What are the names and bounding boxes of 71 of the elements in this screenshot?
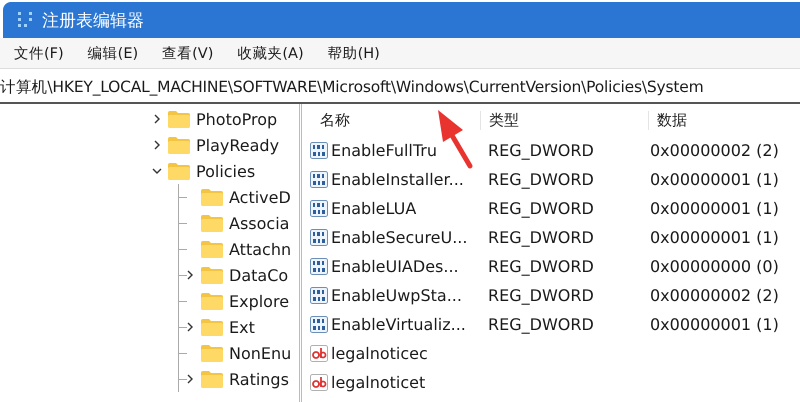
menu-item[interactable]: 查看(V) bbox=[162, 44, 214, 62]
column-header[interactable]: 类型 bbox=[480, 110, 648, 130]
value-name[interactable]: EnableLUA bbox=[331, 199, 416, 218]
chevron-right-icon[interactable] bbox=[152, 114, 162, 124]
value-name[interactable]: EnableFullTru bbox=[331, 141, 437, 160]
folder-icon bbox=[168, 162, 190, 180]
value-name[interactable]: EnableVirtualiz... bbox=[331, 315, 466, 334]
binary-value-icon bbox=[310, 200, 328, 217]
tree-item[interactable]: Policies bbox=[196, 162, 256, 180]
folder-icon bbox=[201, 266, 223, 284]
chevron-right-icon[interactable] bbox=[185, 270, 195, 280]
folder-icon bbox=[201, 292, 223, 310]
chevron-right-icon[interactable] bbox=[152, 140, 162, 150]
tree-item[interactable]: PhotoProp bbox=[196, 110, 278, 128]
binary-value-icon bbox=[310, 258, 328, 275]
value-type: REG_DWORD bbox=[487, 315, 595, 334]
value-type: REG_DWORD bbox=[487, 141, 595, 160]
string-value-icon bbox=[310, 345, 328, 362]
value-data: 0x00000001 (1) bbox=[649, 315, 779, 334]
binary-value-icon bbox=[310, 142, 328, 159]
registry-icon bbox=[18, 12, 32, 28]
binary-value-icon bbox=[310, 229, 328, 246]
folder-icon bbox=[201, 214, 223, 232]
value-type: REG_DWORD bbox=[487, 286, 595, 305]
tree-item[interactable]: Ratings bbox=[229, 370, 289, 388]
value-data: 0x00000001 (1) bbox=[649, 170, 779, 189]
folder-icon bbox=[201, 370, 223, 388]
tree-item[interactable]: DataCo bbox=[229, 266, 288, 284]
value-name[interactable]: legalnoticec bbox=[331, 344, 428, 363]
tree-item[interactable]: Explore bbox=[229, 292, 290, 310]
value-data: 0x00000000 (0) bbox=[649, 257, 779, 276]
chevron-right-icon[interactable] bbox=[185, 322, 195, 332]
folder-icon bbox=[168, 110, 190, 128]
folder-icon bbox=[201, 240, 223, 258]
folder-icon bbox=[201, 188, 223, 206]
folder-icon bbox=[168, 136, 190, 154]
menu-item[interactable]: 收藏夹(A) bbox=[237, 44, 304, 62]
column-header[interactable]: 名称 bbox=[310, 110, 480, 130]
menu-item[interactable]: 编辑(E) bbox=[88, 44, 138, 62]
column-header[interactable]: 数据 bbox=[648, 110, 687, 130]
tree-item[interactable]: ActiveD bbox=[229, 188, 291, 206]
value-type: REG_DWORD bbox=[487, 170, 595, 189]
value-name[interactable]: EnableUwpSta... bbox=[331, 286, 462, 305]
value-type: REG_DWORD bbox=[487, 199, 595, 218]
chevron-right-icon[interactable] bbox=[185, 374, 195, 384]
binary-value-icon bbox=[310, 316, 328, 333]
chevron-down-icon[interactable] bbox=[152, 166, 162, 176]
menu-item[interactable]: 文件(F) bbox=[14, 44, 64, 62]
tree-item[interactable]: PlayReady bbox=[196, 136, 280, 154]
binary-value-icon bbox=[310, 287, 328, 304]
value-data: 0x00000001 (1) bbox=[649, 199, 779, 218]
folder-icon bbox=[201, 318, 223, 336]
value-data: 0x00000001 (1) bbox=[649, 228, 779, 247]
binary-value-icon bbox=[310, 171, 328, 188]
value-name[interactable]: EnableUIADes... bbox=[331, 257, 459, 276]
string-value-icon bbox=[310, 374, 328, 391]
value-data: 0x00000002 (2) bbox=[649, 286, 779, 305]
menu-item[interactable]: 帮助(H) bbox=[328, 44, 380, 62]
tree-item[interactable]: Attachn bbox=[229, 240, 292, 258]
window-title: 注册表编辑器 bbox=[42, 10, 144, 32]
value-type: REG_DWORD bbox=[487, 257, 595, 276]
value-type: REG_DWORD bbox=[487, 228, 595, 247]
value-name[interactable]: EnableSecureU... bbox=[331, 228, 468, 247]
value-name[interactable]: legalnoticet bbox=[331, 373, 426, 392]
folder-icon bbox=[201, 344, 223, 362]
value-data: 0x00000002 (2) bbox=[649, 141, 779, 160]
tree-item[interactable]: Ext bbox=[229, 318, 255, 336]
tree-item[interactable]: Associa bbox=[229, 214, 290, 232]
address-field[interactable]: 计算机\HKEY_LOCAL_MACHINE\SOFTWARE\Microsoft\Windows\CurrentVersion\Policies\System bbox=[0, 72, 800, 104]
tree-item[interactable]: NonEnu bbox=[229, 344, 292, 362]
value-name[interactable]: EnableInstaller... bbox=[331, 170, 464, 189]
